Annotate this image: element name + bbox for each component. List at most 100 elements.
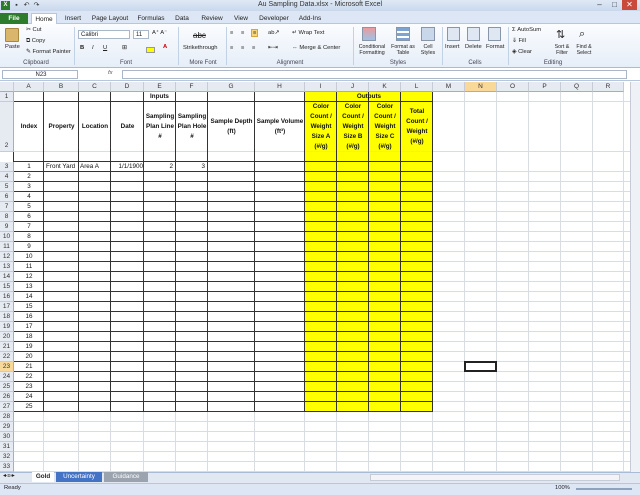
row-header[interactable]: 19 [0,322,14,332]
tab-formulas[interactable]: Formulas [134,13,168,24]
row-header[interactable]: 14 [0,272,14,282]
cell-index[interactable]: 23 [14,382,44,392]
format-cells-icon[interactable] [488,27,501,41]
row-header[interactable]: 32 [0,452,14,462]
insert-button[interactable]: Insert [445,44,460,50]
column-header[interactable]: E [144,82,176,92]
column-header[interactable]: L [401,82,433,92]
row-header[interactable]: 12 [0,252,14,262]
tab-review[interactable]: Review [197,13,227,24]
conditional-formatting-icon[interactable] [362,27,376,41]
fx-icon[interactable]: fx [108,70,113,76]
row-header[interactable]: 28 [0,412,14,422]
column-header[interactable]: P [529,82,561,92]
strikethrough-button[interactable]: Strikethrough [183,45,217,51]
clear-button[interactable]: ◈ Clear [512,49,532,55]
format-as-table-button[interactable]: Format as Table [389,44,417,56]
italic-button[interactable]: I [92,45,94,51]
row-header[interactable]: 5 [0,182,14,192]
row-header[interactable]: 13 [0,262,14,272]
cell-index[interactable]: 7 [14,222,44,232]
sheet-tab-gold[interactable]: Gold [32,472,54,482]
grow-font-icon[interactable]: A⁺ A⁻ [152,30,167,36]
column-header[interactable]: J [337,82,369,92]
find-select-icon[interactable]: ⌕ [579,28,585,41]
row-header[interactable]: 3 [0,162,14,172]
maximize-icon[interactable]: □ [607,0,622,10]
row-header[interactable]: 7 [0,202,14,212]
cell-index[interactable]: 17 [14,322,44,332]
cell-index[interactable]: 13 [14,282,44,292]
vertical-scrollbar[interactable] [630,82,640,472]
column-header[interactable]: M [433,82,465,92]
fill-color-icon[interactable] [146,47,155,53]
row-header[interactable]: 9 [0,222,14,232]
copy-button[interactable]: ⧉ Copy [26,38,45,45]
selected-cell[interactable] [464,361,497,372]
cell-date[interactable]: 1/1/1900 [111,162,143,172]
cell-styles-button[interactable]: Cell Styles [417,44,439,56]
sort-filter-button[interactable]: Sort & Filter [552,44,572,56]
tab-developer[interactable]: Developer [256,13,292,24]
row-header[interactable]: 21 [0,342,14,352]
row-header[interactable]: 23 [0,362,14,372]
row-header[interactable]: 17 [0,302,14,312]
cell-index[interactable]: 20 [14,352,44,362]
row-header[interactable]: 16 [0,292,14,302]
cell-index[interactable]: 3 [14,182,44,192]
row-header[interactable]: 26 [0,392,14,402]
row-header[interactable]: 30 [0,432,14,442]
font-color-icon[interactable]: A [163,44,167,50]
tab-file[interactable]: File [0,13,28,24]
horizontal-scrollbar[interactable] [370,474,620,481]
align-middle-icon[interactable]: ≡ [241,30,244,36]
cell-index[interactable]: 6 [14,212,44,222]
bold-button[interactable]: B [80,45,84,51]
tab-add-ins[interactable]: Add-Ins [295,13,325,24]
conditional-formatting-button[interactable]: Conditional Formatting [356,44,388,56]
borders-icon[interactable]: ⊞ [122,45,127,51]
row-header[interactable]: 11 [0,242,14,252]
column-header[interactable]: B [44,82,79,92]
strikethrough-icon[interactable]: abc [193,31,206,40]
align-top-icon[interactable]: ≡ [230,30,233,36]
find-select-button[interactable]: Find & Select [573,44,595,56]
row-header[interactable]: 18 [0,312,14,322]
tab-page-layout[interactable]: Page Layout [88,13,132,24]
corner-select-all[interactable] [0,82,14,92]
cell-index[interactable]: 16 [14,312,44,322]
formula-input[interactable] [122,70,627,79]
tab-insert[interactable]: Insert [60,13,86,24]
cell-index[interactable]: 2 [14,172,44,182]
format-painter-button[interactable]: ✎ Format Painter [26,49,71,55]
column-header[interactable]: A [14,82,44,92]
cell-index[interactable]: 9 [14,242,44,252]
row-header[interactable]: 25 [0,382,14,392]
cell-index[interactable]: 1 [14,162,44,172]
wrap-text-button[interactable]: ↵ Wrap Text [292,30,324,36]
column-header[interactable]: R [593,82,624,92]
delete-cells-icon[interactable] [467,27,480,41]
merge-center-button[interactable]: ⇔ Merge & Center [292,45,340,51]
row-header[interactable]: 8 [0,212,14,222]
cell-index[interactable]: 5 [14,202,44,212]
orientation-icon[interactable]: ab↗ [268,30,279,36]
cell-index[interactable]: 19 [14,342,44,352]
cell-index[interactable]: 21 [14,362,44,372]
indent-icon[interactable]: ⇤⇥ [268,45,278,51]
cell-plan-line[interactable]: 2 [144,162,173,172]
row-header[interactable]: 15 [0,282,14,292]
name-box[interactable]: N23 [2,70,78,79]
column-header[interactable]: I [305,82,337,92]
tab-data[interactable]: Data [170,13,194,24]
align-center-icon[interactable]: ≡ [241,45,244,51]
column-header[interactable]: C [79,82,111,92]
cell-index[interactable]: 24 [14,392,44,402]
cell-location[interactable]: Area A [80,162,110,172]
cell-index[interactable]: 22 [14,372,44,382]
row-header[interactable]: 27 [0,402,14,412]
column-header[interactable]: N [465,82,497,92]
cell-index[interactable]: 10 [14,252,44,262]
sheet-nav-icon[interactable]: ◂◃▹▸ [3,473,15,479]
delete-button[interactable]: Delete [465,44,482,50]
